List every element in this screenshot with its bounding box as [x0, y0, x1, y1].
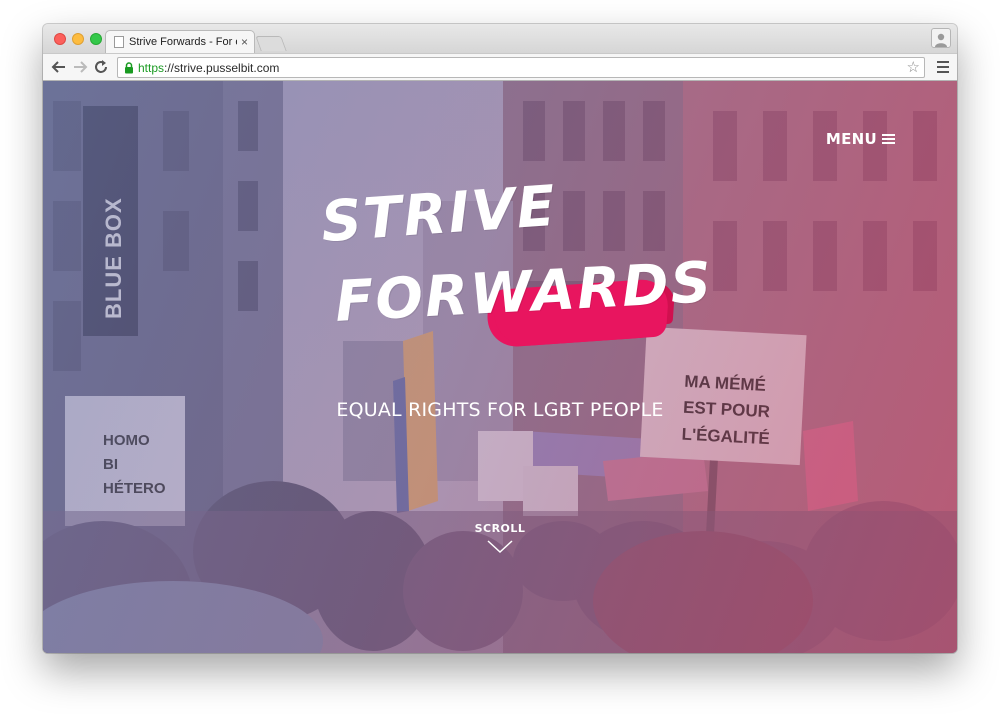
lock-icon — [125, 62, 133, 74]
tab-strip: Strive Forwards - For equal × — [43, 24, 957, 53]
url-scheme: https — [138, 61, 165, 75]
site-menu-label: MENU — [825, 130, 877, 148]
tab-title: Strive Forwards - For equal — [129, 36, 237, 48]
chevron-down-icon[interactable] — [487, 540, 513, 554]
minimize-window-button[interactable] — [72, 33, 84, 45]
menu-icon[interactable] — [937, 61, 949, 76]
page-viewport: BLUE BOX HOMO BI HÉTERO MA MÉMÉ EST POUR… — [43, 81, 957, 653]
back-arrow-icon[interactable] — [51, 59, 67, 75]
page-favicon-icon — [114, 36, 124, 48]
new-tab-button[interactable] — [255, 36, 287, 51]
hero-tagline: EQUAL RIGHTS FOR LGBT PEOPLE — [336, 399, 664, 421]
close-window-button[interactable] — [54, 33, 66, 45]
star-icon[interactable]: ☆ — [907, 59, 920, 77]
profile-icon[interactable] — [931, 28, 951, 48]
reload-icon[interactable] — [93, 59, 109, 75]
site-menu-button[interactable]: MENU — [826, 130, 895, 148]
url-host: ://strive.pusselbit.com — [164, 61, 280, 75]
hamburger-icon — [882, 132, 895, 146]
url-text: https://strive.pusselbit.com — [138, 61, 279, 75]
browser-toolbar: https://strive.pusselbit.com ☆ — [43, 53, 957, 81]
tab-close-icon[interactable]: × — [241, 35, 248, 49]
forward-arrow-icon[interactable] — [72, 59, 88, 75]
tab-active[interactable]: Strive Forwards - For equal × — [105, 30, 255, 53]
zoom-window-button[interactable] — [90, 33, 102, 45]
browser-window: Strive Forwards - For equal × https://s — [43, 24, 957, 653]
photo-store-sign: BLUE BOX — [101, 197, 126, 319]
photo-left-sign: HOMO BI HÉTERO — [103, 432, 166, 497]
hero-background-photo — [43, 81, 957, 653]
address-bar[interactable]: https://strive.pusselbit.com ☆ — [117, 57, 925, 78]
scroll-link[interactable]: SCROLL — [43, 522, 957, 535]
